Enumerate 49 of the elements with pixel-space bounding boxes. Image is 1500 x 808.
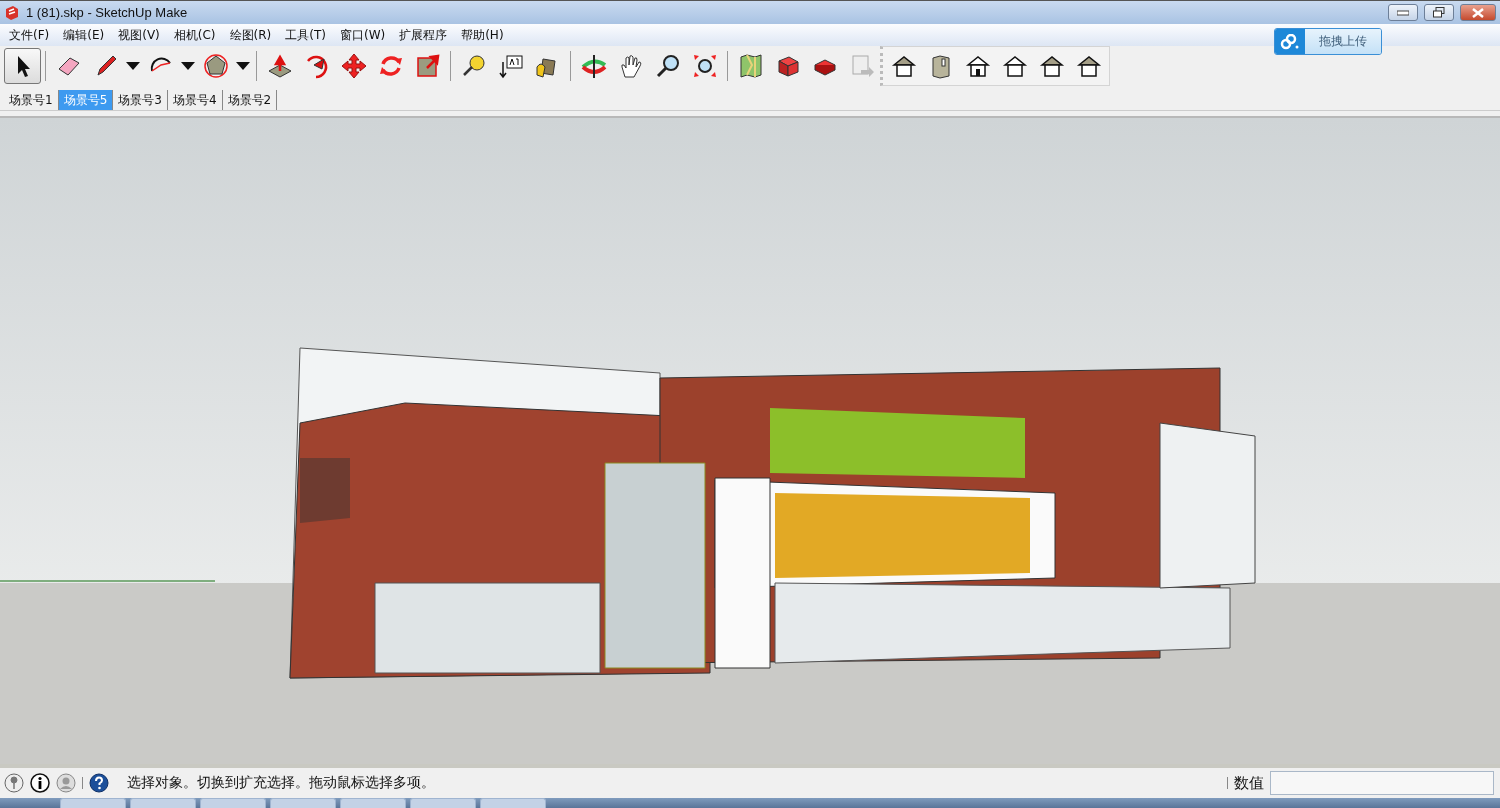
info-icon[interactable] [30,773,50,793]
menu-item[interactable]: 扩展程序 [392,24,455,46]
close-button[interactable] [1460,4,1496,21]
polygon-icon [202,53,229,79]
menu-item[interactable]: 文件(F) [2,24,57,46]
caret-icon [181,62,195,70]
restore-button[interactable] [1424,4,1454,21]
house-icon [964,53,991,79]
text-icon [497,53,524,79]
house-icon [1001,53,1028,79]
scene-tab[interactable]: 场景号4 [167,90,223,110]
menu-item[interactable]: 相机(C) [166,24,223,46]
house-icon [890,53,917,79]
measurements-field[interactable] [1270,771,1494,795]
restore-icon [1433,7,1445,18]
orbit-icon [580,53,607,79]
minimize-button[interactable] [1388,4,1418,21]
menu-item[interactable]: 窗口(W) [332,24,393,46]
close-icon [1472,7,1484,18]
menu-item[interactable]: 工具(T) [278,24,333,46]
rotate-icon [377,53,404,79]
scene-tab[interactable]: 场景号2 [222,90,278,110]
house-icon [1038,53,1065,79]
caret-icon [126,62,140,70]
house-icon [1075,53,1102,79]
minimize-icon [1397,9,1409,16]
help-icon[interactable] [89,773,109,793]
map-icon [737,53,764,79]
scene-tab[interactable]: 场景号3 [113,90,168,110]
tool-button[interactable] [4,48,41,84]
scale-icon [414,53,441,79]
user-icon[interactable] [56,773,76,793]
measurements-label: 数值 [1234,773,1264,793]
push-pull-icon [266,53,293,79]
move-icon [340,53,367,79]
menu-item[interactable]: 绘图(R) [222,24,279,46]
window-title: 1 (81).skp - SketchUp Make [26,5,189,20]
zoom-extents-icon [691,53,718,79]
upload-button[interactable]: 拖拽上传 [1274,28,1382,55]
cloud-link-icon [1280,33,1300,50]
caret-icon [236,62,250,70]
menu-item[interactable]: 视图(V) [111,24,167,46]
menu-item[interactable]: 编辑(E) [56,24,112,46]
scene-tab[interactable]: 场景号1 [4,90,59,110]
status-message: 选择对象。切换到扩充选择。拖动鼠标选择多项。 [127,774,436,792]
geo-location-icon[interactable] [4,773,24,793]
magnifier-icon [654,53,681,79]
menu-item[interactable]: 帮助(H) [454,24,511,46]
app-logo-icon [4,4,20,21]
